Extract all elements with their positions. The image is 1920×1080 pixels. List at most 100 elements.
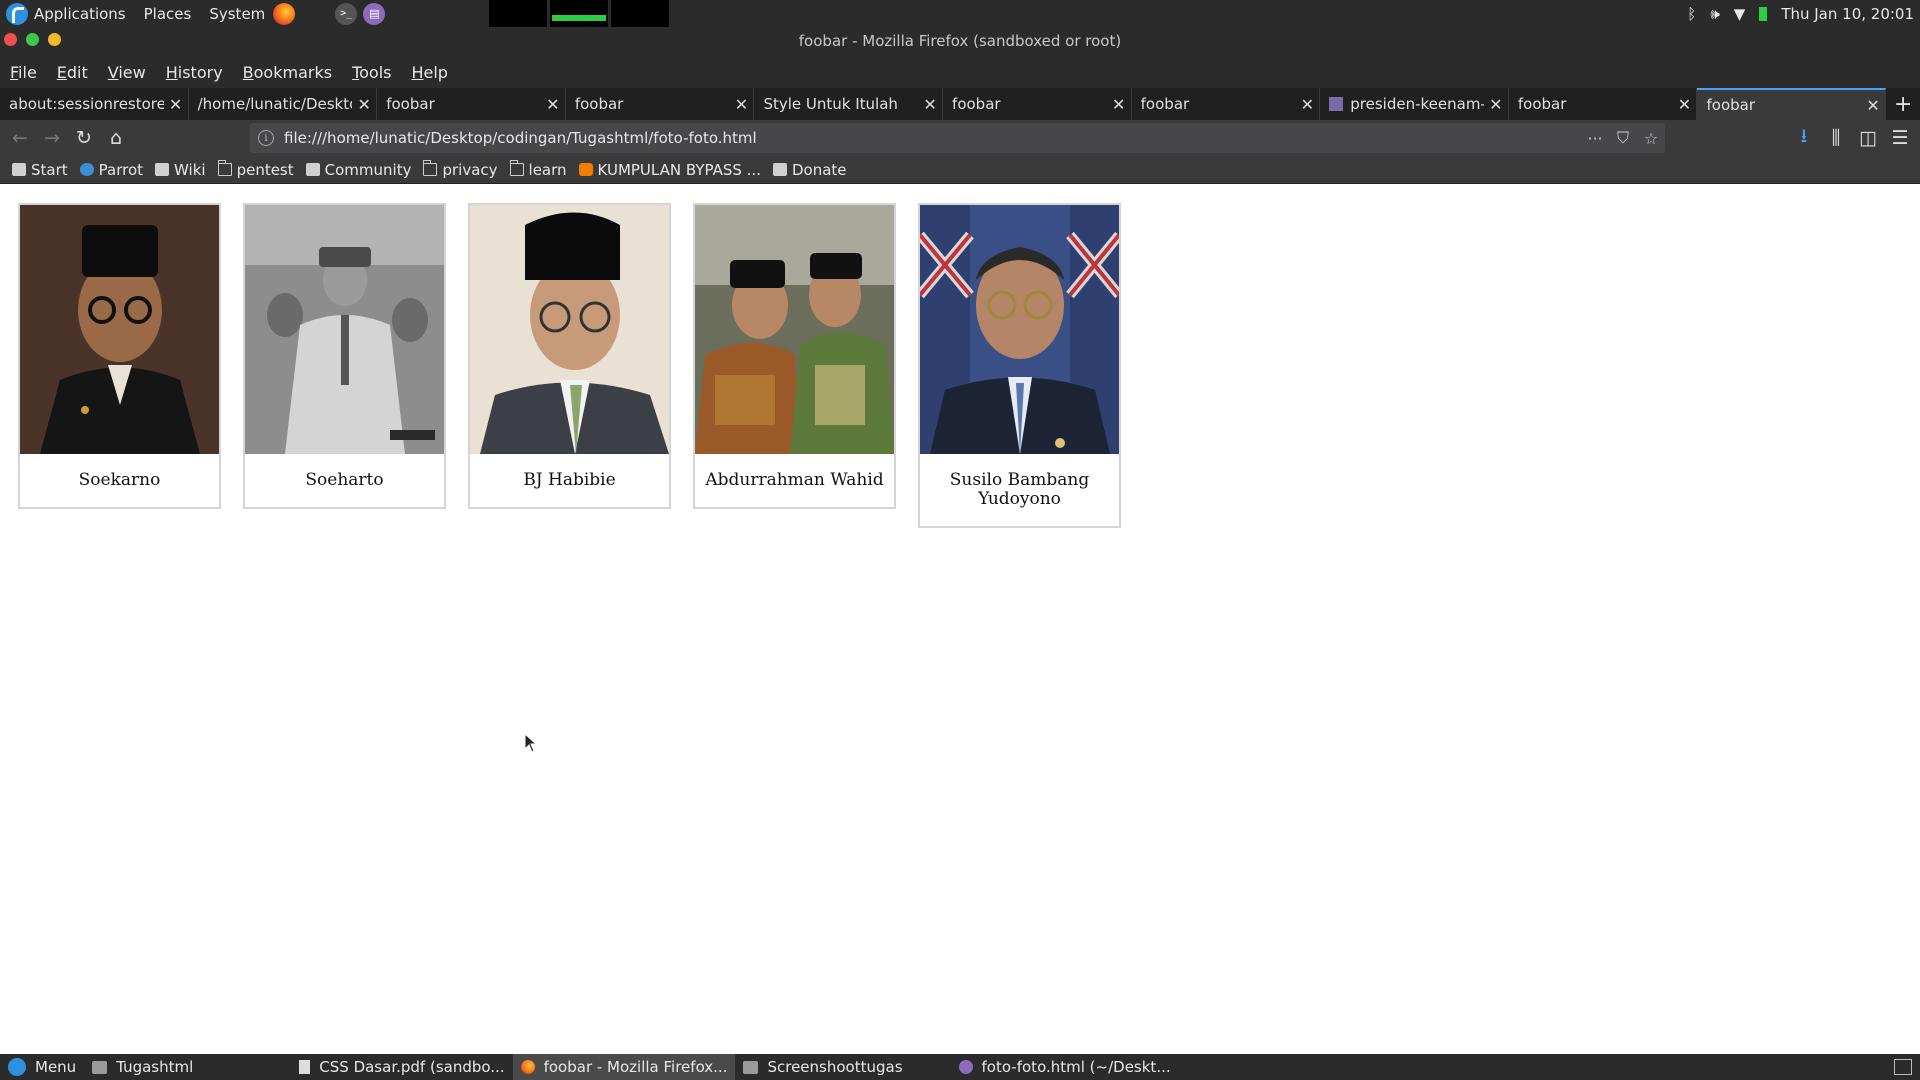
bookmark-star-icon[interactable]: ☆: [1637, 129, 1665, 148]
menu-help-label: elp: [423, 63, 448, 82]
folder-icon: [423, 160, 438, 176]
clock[interactable]: Thu Jan 10, 20:01: [1781, 5, 1914, 23]
taskbar-item[interactable]: Tugashtml: [84, 1054, 201, 1080]
tab[interactable]: foobar ✕: [1509, 88, 1698, 120]
menu-history[interactable]: History: [166, 63, 223, 82]
photo-caption: BJ Habibie: [523, 470, 616, 490]
menu-file-label: ile: [18, 63, 37, 82]
downloads-icon[interactable]: ⭳: [1788, 122, 1820, 154]
firefox-icon: [520, 1060, 535, 1074]
bookmark-label: KUMPULAN BYPASS ...: [597, 160, 761, 179]
bookmark-item[interactable]: Start: [12, 161, 68, 179]
hamburger-menu-icon[interactable]: ☰: [1884, 122, 1916, 154]
tab-close-icon[interactable]: ✕: [1861, 96, 1885, 115]
gallery-card: Soeharto: [243, 203, 446, 509]
memory-monitor: [550, 0, 609, 27]
taskbar-item-label: Screenshoottugas: [767, 1058, 903, 1076]
menu-help[interactable]: Help: [411, 63, 447, 82]
reload-icon[interactable]: ↻: [68, 122, 100, 154]
places-menu[interactable]: Places: [144, 5, 192, 23]
pocket-icon[interactable]: ⛉: [1609, 128, 1637, 148]
url-bar[interactable]: i file:///home/lunatic/Desktop/codingan/…: [250, 123, 1665, 153]
tab-close-icon[interactable]: ✕: [164, 95, 188, 114]
system-menu[interactable]: System: [209, 5, 265, 23]
tab[interactable]: foobar ✕: [377, 88, 566, 120]
taskbar-item-active[interactable]: foobar - Mozilla Firefox...: [512, 1054, 736, 1080]
tab-close-icon[interactable]: ✕: [729, 95, 753, 114]
bluetooth-icon[interactable]: ᛒ: [1687, 5, 1696, 23]
bookmarks-toolbar: Start Parrot Wiki pentest Community priv…: [0, 156, 1920, 184]
tab[interactable]: presiden-keenam- ✕: [1320, 88, 1509, 120]
terminal-launcher-icon[interactable]: >_: [335, 2, 358, 25]
maximize-window-button[interactable]: [26, 33, 39, 46]
parrot-menu-icon: [8, 1058, 26, 1076]
taskbar-item-label: Tugashtml: [116, 1058, 194, 1076]
start-menu-button[interactable]: Menu: [0, 1054, 84, 1080]
tab-active[interactable]: foobar ✕: [1697, 88, 1887, 120]
photo-caption: Soeharto: [305, 470, 384, 490]
close-window-button[interactable]: [4, 33, 17, 46]
text-editor-launcher-icon[interactable]: ▤: [363, 2, 386, 25]
start-menu-label: Menu: [35, 1058, 77, 1076]
menu-bookmarks[interactable]: Bookmarks: [243, 63, 332, 82]
window-title: foobar - Mozilla Firefox (sandboxed or r…: [798, 32, 1122, 50]
taskbar-item-label: CSS Dasar.pdf (sandbo...: [319, 1058, 505, 1076]
tab-strip: about:sessionrestore ✕ /home/lunatic/Desk…: [0, 88, 1920, 120]
mouse-cursor-icon: [524, 733, 538, 753]
tab-close-icon[interactable]: ✕: [918, 95, 942, 114]
tab-close-icon[interactable]: ✕: [1484, 95, 1508, 114]
page-actions-icon[interactable]: ···: [1581, 129, 1609, 148]
tab-label: /home/lunatic/Desktop: [197, 95, 353, 113]
tab-close-icon[interactable]: ✕: [1295, 95, 1319, 114]
volume-icon[interactable]: 🕪: [1710, 5, 1719, 23]
tab[interactable]: foobar ✕: [1132, 88, 1321, 120]
new-tab-button[interactable]: +: [1886, 88, 1920, 120]
document-icon: [299, 1060, 311, 1074]
forward-arrow-icon[interactable]: →: [36, 122, 68, 154]
tab-close-icon[interactable]: ✕: [1107, 95, 1131, 114]
bookmark-favicon-icon: [155, 163, 170, 176]
tab-close-icon[interactable]: ✕: [1672, 95, 1696, 114]
minimize-window-button[interactable]: [48, 33, 61, 46]
bookmark-item[interactable]: Community: [305, 161, 411, 179]
menu-bookmarks-label: ookmarks: [253, 63, 333, 82]
battery-icon[interactable]: [1759, 6, 1768, 21]
tab[interactable]: foobar ✕: [943, 88, 1132, 120]
home-icon[interactable]: ⌂: [100, 122, 132, 154]
firefox-launcher-icon[interactable]: [273, 2, 296, 25]
tab-close-icon[interactable]: ✕: [541, 95, 565, 114]
wifi-icon[interactable]: ▼: [1734, 5, 1746, 23]
parrot-logo-icon[interactable]: [6, 2, 28, 25]
menu-edit[interactable]: Edit: [57, 63, 88, 82]
bookmark-item[interactable]: Wiki: [155, 161, 206, 179]
menu-tools[interactable]: Tools: [352, 63, 391, 82]
site-info-icon[interactable]: i: [258, 130, 274, 146]
tab[interactable]: Style Untuk Itulah ✕: [754, 88, 944, 120]
taskbar-item[interactable]: CSS Dasar.pdf (sandbo...: [291, 1054, 512, 1080]
url-text[interactable]: file:///home/lunatic/Desktop/codingan/Tu…: [284, 129, 1581, 147]
menu-file[interactable]: File: [10, 63, 37, 82]
taskbar-item[interactable]: foto-foto.html (~/Deskt...: [951, 1054, 1179, 1080]
tab[interactable]: foobar ✕: [566, 88, 755, 120]
gallery-card: BJ Habibie: [468, 203, 671, 509]
sidebar-icon[interactable]: ◫: [1852, 122, 1884, 154]
tab[interactable]: about:sessionrestore ✕: [0, 88, 189, 120]
back-arrow-icon[interactable]: ←: [4, 122, 36, 154]
bookmark-item[interactable]: Parrot: [79, 161, 143, 179]
library-icon[interactable]: ⫼: [1820, 122, 1852, 154]
tab-close-icon[interactable]: ✕: [352, 95, 376, 114]
taskbar-item[interactable]: Screenshoottugas: [735, 1054, 910, 1080]
bookmark-item[interactable]: KUMPULAN BYPASS ...: [578, 160, 761, 179]
applications-menu[interactable]: Applications: [34, 5, 126, 23]
tab[interactable]: /home/lunatic/Desktop ✕: [189, 88, 378, 120]
system-tray: ᛒ 🕪 ▼ Thu Jan 10, 20:01: [1687, 5, 1920, 23]
bookmark-folder[interactable]: privacy: [423, 160, 498, 179]
menu-view[interactable]: View: [108, 63, 146, 82]
bookmark-favicon-icon: [772, 163, 787, 176]
bookmark-folder[interactable]: pentest: [217, 160, 294, 179]
bookmark-item[interactable]: Donate: [772, 161, 847, 179]
photo-gallery: Soekarno Soeharto BJ Habibie Abdurrahman…: [18, 203, 1121, 528]
bookmark-folder[interactable]: learn: [509, 160, 567, 179]
image-favicon-icon: [1329, 97, 1344, 111]
show-desktop-icon[interactable]: [1894, 1059, 1912, 1075]
